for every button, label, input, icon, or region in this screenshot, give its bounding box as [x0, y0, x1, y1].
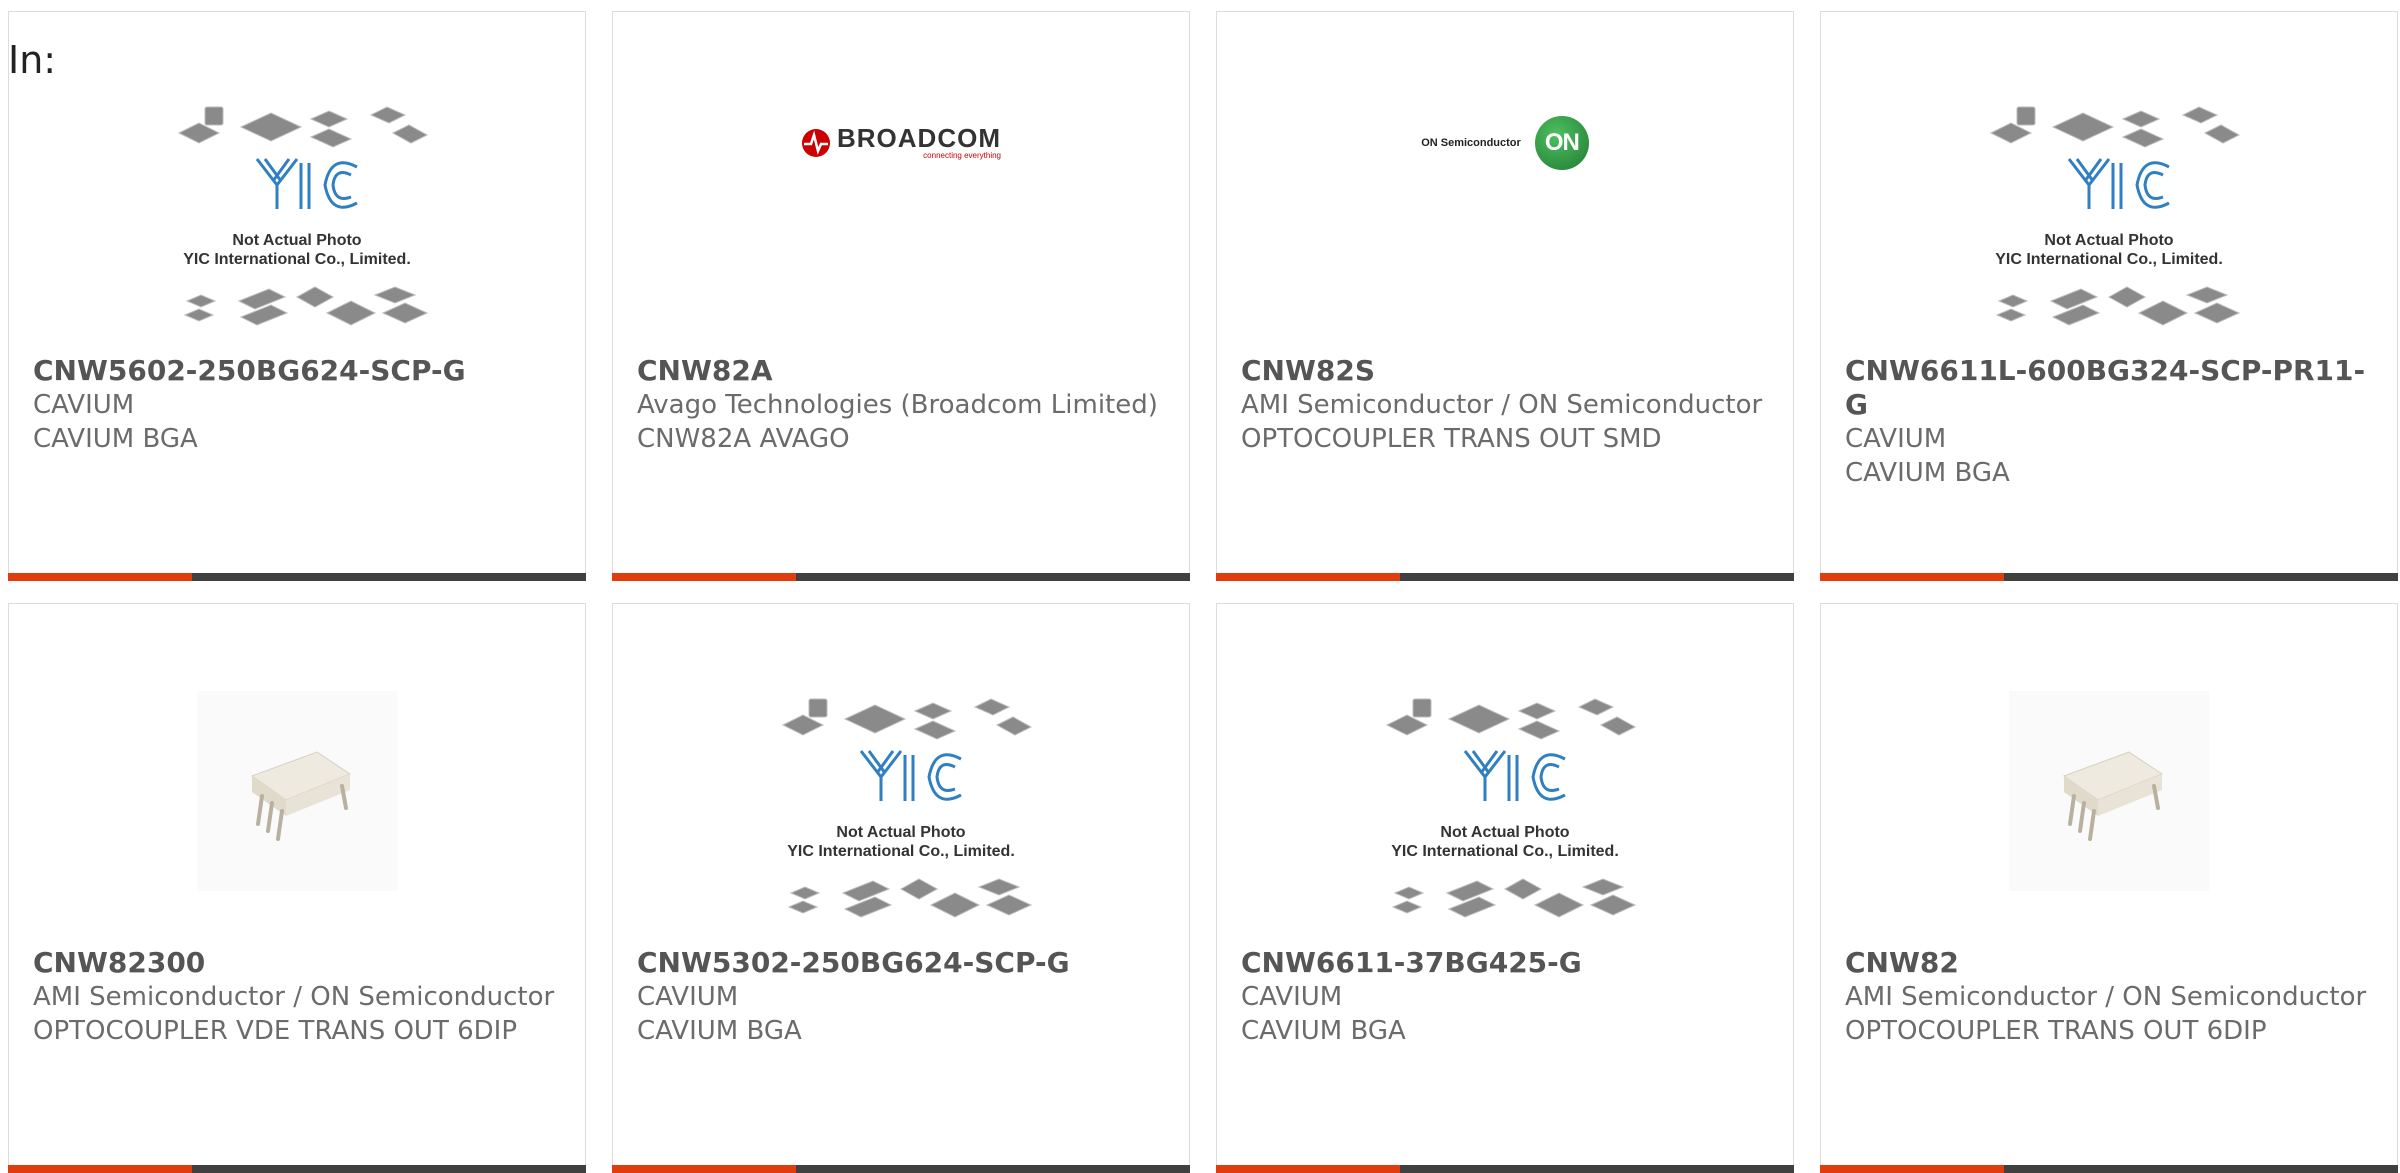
card-bottom-bar [612, 1165, 1190, 1173]
placeholder-line1: Not Actual Photo [232, 232, 362, 249]
placeholder-line1: Not Actual Photo [836, 824, 966, 841]
chip-packages-illustration-icon [1989, 106, 2241, 326]
product-part-number[interactable]: CNW82300 [33, 946, 561, 980]
chip-packages-illustration-icon [781, 698, 1033, 918]
product-description: CAVIUM BGA [1241, 1016, 1406, 1046]
card-accent-bar [612, 1165, 796, 1173]
product-description: OPTOCOUPLER TRANS OUT 6DIP [1845, 1016, 2267, 1046]
product-part-number[interactable]: CNW5602-250BG624-SCP-G [33, 354, 561, 388]
product-description: CAVIUM BGA [1845, 458, 2010, 488]
product-description: OPTOCOUPLER VDE TRANS OUT 6DIP [33, 1016, 518, 1046]
card-bottom-bar [1216, 1165, 1794, 1173]
onsemi-logo: ON Semiconductor ON [1421, 116, 1589, 170]
product-card[interactable]: Not Actual Photo YIC International Co., … [8, 11, 586, 581]
card-bottom-bar [612, 573, 1190, 581]
product-part-number[interactable]: CNW82 [1845, 946, 2373, 980]
chip-packages-illustration-icon [177, 106, 429, 326]
product-card[interactable]: Not Actual Photo YIC International Co., … [1820, 11, 2398, 581]
product-manufacturer: AMI Semiconductor / ON Semiconductor [33, 982, 555, 1012]
dip6-chip-icon [250, 751, 352, 841]
chip-packages-illustration-icon [1385, 698, 1637, 918]
product-info: CNW82S AMI Semiconductor / ON Semiconduc… [1241, 354, 1769, 456]
onsemi-wordmark: ON Semiconductor [1421, 137, 1521, 149]
card-bottom-bar [1820, 1165, 2398, 1173]
product-card[interactable]: Not Actual Photo YIC International Co., … [612, 603, 1190, 1173]
product-manufacturer: CAVIUM [1845, 424, 1947, 454]
product-info: CNW5302-250BG624-SCP-G CAVIUM CAVIUM BGA [637, 946, 1165, 1048]
placeholder-line1: Not Actual Photo [1440, 824, 1570, 841]
product-image[interactable]: ON Semiconductor ON [1217, 12, 1793, 354]
product-info: CNW82 AMI Semiconductor / ON Semiconduct… [1845, 946, 2373, 1048]
product-description: OPTOCOUPLER TRANS OUT SMD [1241, 424, 1662, 454]
broadcom-logo: BROADCOM connecting everything [801, 125, 1001, 161]
product-info: CNW6611L-600BG324-SCP-PR11-G CAVIUM CAVI… [1845, 354, 2373, 490]
product-part-number[interactable]: CNW82A [637, 354, 1165, 388]
not-actual-photo-placeholder: Not Actual Photo YIC International Co., … [1369, 693, 1641, 937]
product-card[interactable]: CNW82 AMI Semiconductor / ON Semiconduct… [1820, 603, 2398, 1173]
product-image[interactable]: BROADCOM connecting everything [613, 12, 1189, 354]
product-image[interactable] [9, 604, 585, 946]
broadcom-pulse-icon [802, 129, 830, 157]
broadcom-wordmark: BROADCOM [837, 123, 1001, 153]
product-card[interactable]: BROADCOM connecting everything CNW82A Av… [612, 11, 1190, 581]
card-accent-bar [8, 573, 192, 581]
product-image[interactable]: Not Actual Photo YIC International Co., … [1821, 12, 2397, 354]
card-bottom-bar [8, 1165, 586, 1173]
product-manufacturer: CAVIUM [33, 390, 135, 420]
card-accent-bar [8, 1165, 192, 1173]
product-image[interactable]: Not Actual Photo YIC International Co., … [9, 12, 585, 354]
product-manufacturer: AMI Semiconductor / ON Semiconductor [1241, 390, 1763, 420]
card-accent-bar [1820, 573, 2004, 581]
not-actual-photo-placeholder: Not Actual Photo YIC International Co., … [1973, 101, 2245, 345]
card-bottom-bar [1216, 573, 1794, 581]
card-accent-bar [1820, 1165, 2004, 1173]
dip-package-photo [197, 691, 397, 891]
product-info: CNW5602-250BG624-SCP-G CAVIUM CAVIUM BGA [33, 354, 561, 456]
product-part-number[interactable]: CNW6611L-600BG324-SCP-PR11-G [1845, 354, 2373, 422]
product-card[interactable]: Not Actual Photo YIC International Co., … [1216, 603, 1794, 1173]
product-card[interactable]: ON Semiconductor ON CNW82S AMI Semicondu… [1216, 11, 1794, 581]
dip-package-photo [2009, 691, 2209, 891]
product-manufacturer: Avago Technologies (Broadcom Limited) [637, 390, 1158, 420]
filter-label: In: [8, 38, 57, 82]
product-manufacturer: AMI Semiconductor / ON Semiconductor [1845, 982, 2367, 1012]
placeholder-line2: YIC International Co., Limited. [1391, 843, 1619, 860]
card-bottom-bar [1820, 573, 2398, 581]
card-accent-bar [612, 573, 796, 581]
placeholder-line2: YIC International Co., Limited. [183, 251, 411, 268]
not-actual-photo-placeholder: Not Actual Photo YIC International Co., … [765, 693, 1037, 937]
product-image[interactable]: Not Actual Photo YIC International Co., … [1217, 604, 1793, 946]
product-part-number[interactable]: CNW6611-37BG425-G [1241, 946, 1769, 980]
placeholder-line2: YIC International Co., Limited. [1995, 251, 2223, 268]
card-bottom-bar [8, 573, 586, 581]
product-manufacturer: CAVIUM [637, 982, 739, 1012]
placeholder-line2: YIC International Co., Limited. [787, 843, 1015, 860]
card-accent-bar [1216, 573, 1400, 581]
card-accent-bar [1216, 1165, 1400, 1173]
product-info: CNW82A Avago Technologies (Broadcom Limi… [637, 354, 1165, 456]
not-actual-photo-placeholder: Not Actual Photo YIC International Co., … [161, 101, 433, 345]
product-description: CAVIUM BGA [637, 1016, 802, 1046]
on-circle-icon: ON [1534, 116, 1589, 170]
product-grid: Not Actual Photo YIC International Co., … [8, 11, 2398, 1173]
product-description: CNW82A AVAGO [637, 424, 850, 454]
product-info: CNW82300 AMI Semiconductor / ON Semicond… [33, 946, 561, 1048]
product-image[interactable] [1821, 604, 2397, 946]
product-part-number[interactable]: CNW82S [1241, 354, 1769, 388]
product-image[interactable]: Not Actual Photo YIC International Co., … [613, 604, 1189, 946]
placeholder-line1: Not Actual Photo [2044, 232, 2174, 249]
product-description: CAVIUM BGA [33, 424, 198, 454]
product-card[interactable]: CNW82300 AMI Semiconductor / ON Semicond… [8, 603, 586, 1173]
product-manufacturer: CAVIUM [1241, 982, 1343, 1012]
dip6-chip-icon [2062, 751, 2164, 841]
product-part-number[interactable]: CNW5302-250BG624-SCP-G [637, 946, 1165, 980]
product-info: CNW6611-37BG425-G CAVIUM CAVIUM BGA [1241, 946, 1769, 1048]
